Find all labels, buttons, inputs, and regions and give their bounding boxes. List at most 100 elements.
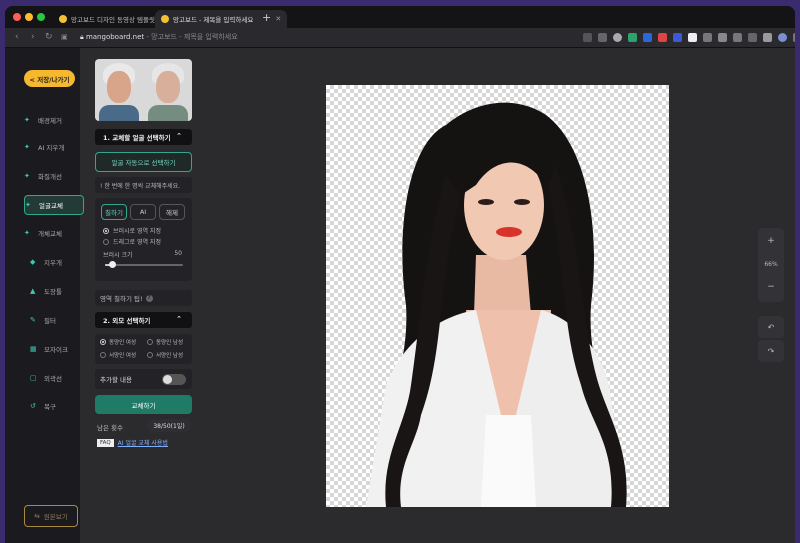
sidebar-item-face-swap[interactable]: ✦ 얼굴교체 — [24, 195, 84, 215]
check-icon[interactable] — [613, 33, 622, 42]
brush-size-slider[interactable] — [105, 264, 183, 266]
extension-white-icon[interactable] — [688, 33, 697, 42]
paint-tool-button[interactable]: 칠하기 — [101, 204, 127, 220]
sidebar-item-stamp[interactable]: ▲ 도장툴 — [30, 281, 88, 301]
example-face-before — [95, 59, 144, 121]
translate-icon[interactable] — [598, 33, 607, 42]
mosaic-icon: ▦ — [30, 345, 37, 353]
sidebar-item-label: 모자이크 — [44, 346, 68, 354]
sidebar-item-mosaic[interactable]: ▦ 모자이크 — [30, 339, 88, 359]
option-asian-female[interactable]: 동양인 여성 — [100, 338, 136, 346]
share-icon[interactable] — [583, 33, 592, 42]
site-info-icon[interactable]: ▣ — [61, 33, 68, 41]
portrait-image — [366, 102, 627, 507]
sidebar-item-label: 화질개선 — [38, 173, 62, 181]
screenshot-icon[interactable] — [748, 33, 757, 42]
extension-blue-icon[interactable] — [643, 33, 652, 42]
chevron-up-icon: ⌃ — [176, 315, 182, 323]
zoom-controls: + 66% − — [758, 228, 784, 302]
eraser-icon: ◆ — [30, 258, 36, 266]
sidebar-item-filter[interactable]: ✎ 필터 — [30, 310, 88, 330]
forward-icon[interactable]: › — [31, 32, 35, 42]
option-label: 동양인 여성 — [109, 340, 137, 346]
replace-button[interactable]: 교체하기 — [95, 395, 192, 414]
tip-label: 영역 칠하기 팁! — [100, 295, 143, 303]
new-tab-button[interactable]: + — [262, 11, 271, 24]
tool-sidebar: < 저장/나가기 ✦ 배경제거 ✦ AI 지우개 ✦ 화질개선 ✦ 얼굴교체 ✦ 개체교체… — [10, 49, 84, 543]
tab-title: 망고보드 - 제목을 입력하세요 — [173, 16, 254, 24]
sidebar-item-label: 필터 — [44, 317, 56, 325]
chevron-up-icon: ⌃ — [176, 132, 182, 140]
close-window-button[interactable] — [13, 13, 21, 21]
profile-icon[interactable] — [778, 33, 787, 42]
auto-select-face-button[interactable]: 얼굴 자동으로 선택하기 — [95, 152, 192, 172]
extension-gray-icon[interactable] — [703, 33, 712, 42]
browser-window: 망고보드 디자인 동영상 템플릿 망고보드 - 제목을 입력하세요 ✕ + ‹ … — [5, 6, 795, 543]
section-select-appearance[interactable]: 2. 외모 선택하기 ⌃ — [95, 312, 192, 328]
brush-area-radio[interactable]: 브러시로 영역 지정 — [103, 226, 161, 235]
zoom-level: 66% — [764, 261, 778, 268]
image-canvas[interactable] — [326, 85, 669, 507]
save-exit-button[interactable]: < 저장/나가기 — [24, 70, 75, 87]
brush-size-handle[interactable] — [109, 261, 117, 268]
cast-icon[interactable] — [733, 33, 742, 42]
view-original-button[interactable]: ⇆ 원본보기 — [24, 505, 78, 527]
sidebar-item-restore[interactable]: ↺ 복구 — [30, 396, 88, 416]
reload-icon[interactable]: ↻ — [45, 32, 53, 42]
sidebar-item-background-remove[interactable]: ✦ 배경제거 — [24, 110, 82, 130]
zoom-in-button[interactable]: + — [758, 236, 784, 246]
option-western-male[interactable]: 서양인 남성 — [147, 351, 183, 359]
sparkle-icon: ✦ — [24, 143, 30, 151]
remaining-label: 남은 횟수 — [97, 424, 123, 432]
sparkle-icon: ✦ — [25, 201, 31, 209]
undo-button[interactable]: ↶ — [758, 316, 784, 338]
option-western-female[interactable]: 서양인 여성 — [100, 351, 136, 359]
url-page-title: 망고보드 - 제목을 입력하세요 — [151, 33, 238, 41]
radio-label: 드래그로 영역 지정 — [113, 239, 161, 246]
ai-tool-button[interactable]: AI — [130, 204, 156, 220]
brush-size-label: 브러시 크기 — [103, 252, 133, 259]
close-tab-icon[interactable]: ✕ — [275, 15, 281, 23]
minimize-window-button[interactable] — [25, 13, 33, 21]
paint-tip[interactable]: 영역 칠하기 팁! ? — [95, 290, 192, 306]
undo-icon: ↶ — [767, 322, 775, 332]
maximize-window-button[interactable] — [37, 13, 45, 21]
outline-icon: ▢ — [30, 374, 37, 382]
redo-icon: ↷ — [767, 346, 775, 356]
section-select-face[interactable]: 1. 교체할 얼굴 선택하기 ⌃ — [95, 129, 192, 145]
sidebar-item-upscale[interactable]: ✦ 화질개선 — [24, 166, 82, 186]
sidebar-icon[interactable] — [763, 33, 772, 42]
extra-content-label: 추가할 내용 — [100, 376, 132, 384]
drag-area-radio[interactable]: 드래그로 영역 지정 — [103, 237, 161, 246]
faq-link[interactable]: AI 얼굴 교체 사용법 — [118, 438, 168, 447]
menu-icon[interactable] — [793, 33, 795, 42]
back-icon[interactable]: ‹ — [15, 32, 19, 42]
option-label: 서양인 여성 — [109, 353, 137, 359]
example-face-after — [144, 59, 193, 121]
selection-tools: 칠하기 AI 해제 브러시로 영역 지정 드래그로 영역 지정 브러시 크기 5… — [95, 198, 192, 281]
url-field[interactable]: 🔒︎ mangoboard.net - 망고보드 - 제목을 입력하세요 — [80, 32, 238, 42]
clear-tool-button[interactable]: 해제 — [159, 204, 185, 220]
sidebar-item-label: AI 지우개 — [38, 144, 65, 152]
sidebar-item-label: 개체교체 — [38, 230, 62, 238]
sidebar-item-object-swap[interactable]: ✦ 개체교체 — [24, 223, 82, 243]
sidebar-item-outline[interactable]: ▢ 외곽선 — [30, 368, 88, 388]
extension-red-icon[interactable] — [658, 33, 667, 42]
tab-title: 망고보드 디자인 동영상 템플릿 — [71, 16, 155, 24]
remaining-count-badge: 38/50(1일) — [147, 419, 191, 432]
extension-icons — [583, 33, 795, 42]
zoom-out-button[interactable]: − — [758, 282, 784, 292]
tab-bar: 망고보드 디자인 동영상 템플릿 망고보드 - 제목을 입력하세요 ✕ + — [5, 6, 795, 28]
extension-indigo-icon[interactable] — [673, 33, 682, 42]
shield-icon[interactable] — [628, 33, 637, 42]
option-asian-male[interactable]: 동양인 남성 — [147, 338, 183, 346]
tab-templates[interactable]: 망고보드 디자인 동영상 템플릿 — [53, 10, 161, 28]
sidebar-item-eraser[interactable]: ◆ 지우개 — [30, 252, 88, 272]
extra-content-toggle[interactable] — [162, 374, 186, 385]
sidebar-item-ai-eraser[interactable]: ✦ AI 지우개 — [24, 137, 82, 157]
face-swap-example-image — [95, 59, 192, 121]
sidebar-item-label: 복구 — [44, 403, 56, 411]
redo-button[interactable]: ↷ — [758, 340, 784, 362]
download-icon[interactable] — [718, 33, 727, 42]
radio-dot — [147, 339, 153, 345]
